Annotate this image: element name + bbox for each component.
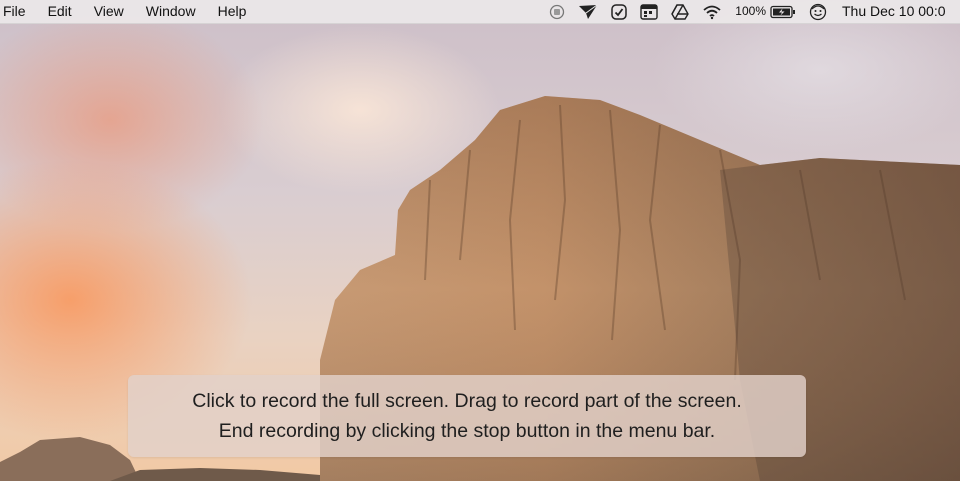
battery-charging-icon[interactable] [770,0,796,23]
paper-plane-icon[interactable] [578,0,598,23]
menu-list: File Edit View Window Help [0,0,257,23]
clock[interactable]: Thu Dec 10 00:0 [842,0,960,23]
battery-percent: 100% [735,4,766,18]
menu-help[interactable]: Help [207,0,258,23]
instruction-line-1: Click to record the full screen. Drag to… [192,390,742,412]
checkmark-badge-icon[interactable] [611,0,628,23]
instruction-line-2: End recording by clicking the stop butto… [218,420,716,442]
menu-bar: File Edit View Window Help 100% Thu Dec … [0,0,960,24]
status-area: 100% Thu Dec 10 00:0 [549,0,960,23]
google-drive-icon[interactable] [671,0,690,23]
calendar-badge-icon[interactable] [640,0,658,23]
menu-view[interactable]: View [83,0,135,23]
recording-instructions: Click to record the full screen. Drag to… [128,375,806,457]
user-face-icon[interactable] [809,0,827,23]
menu-edit[interactable]: Edit [37,0,83,23]
wifi-icon[interactable] [702,0,722,23]
menu-window[interactable]: Window [135,0,207,23]
record-stop-icon[interactable] [549,0,565,23]
menu-file[interactable]: File [0,0,37,23]
